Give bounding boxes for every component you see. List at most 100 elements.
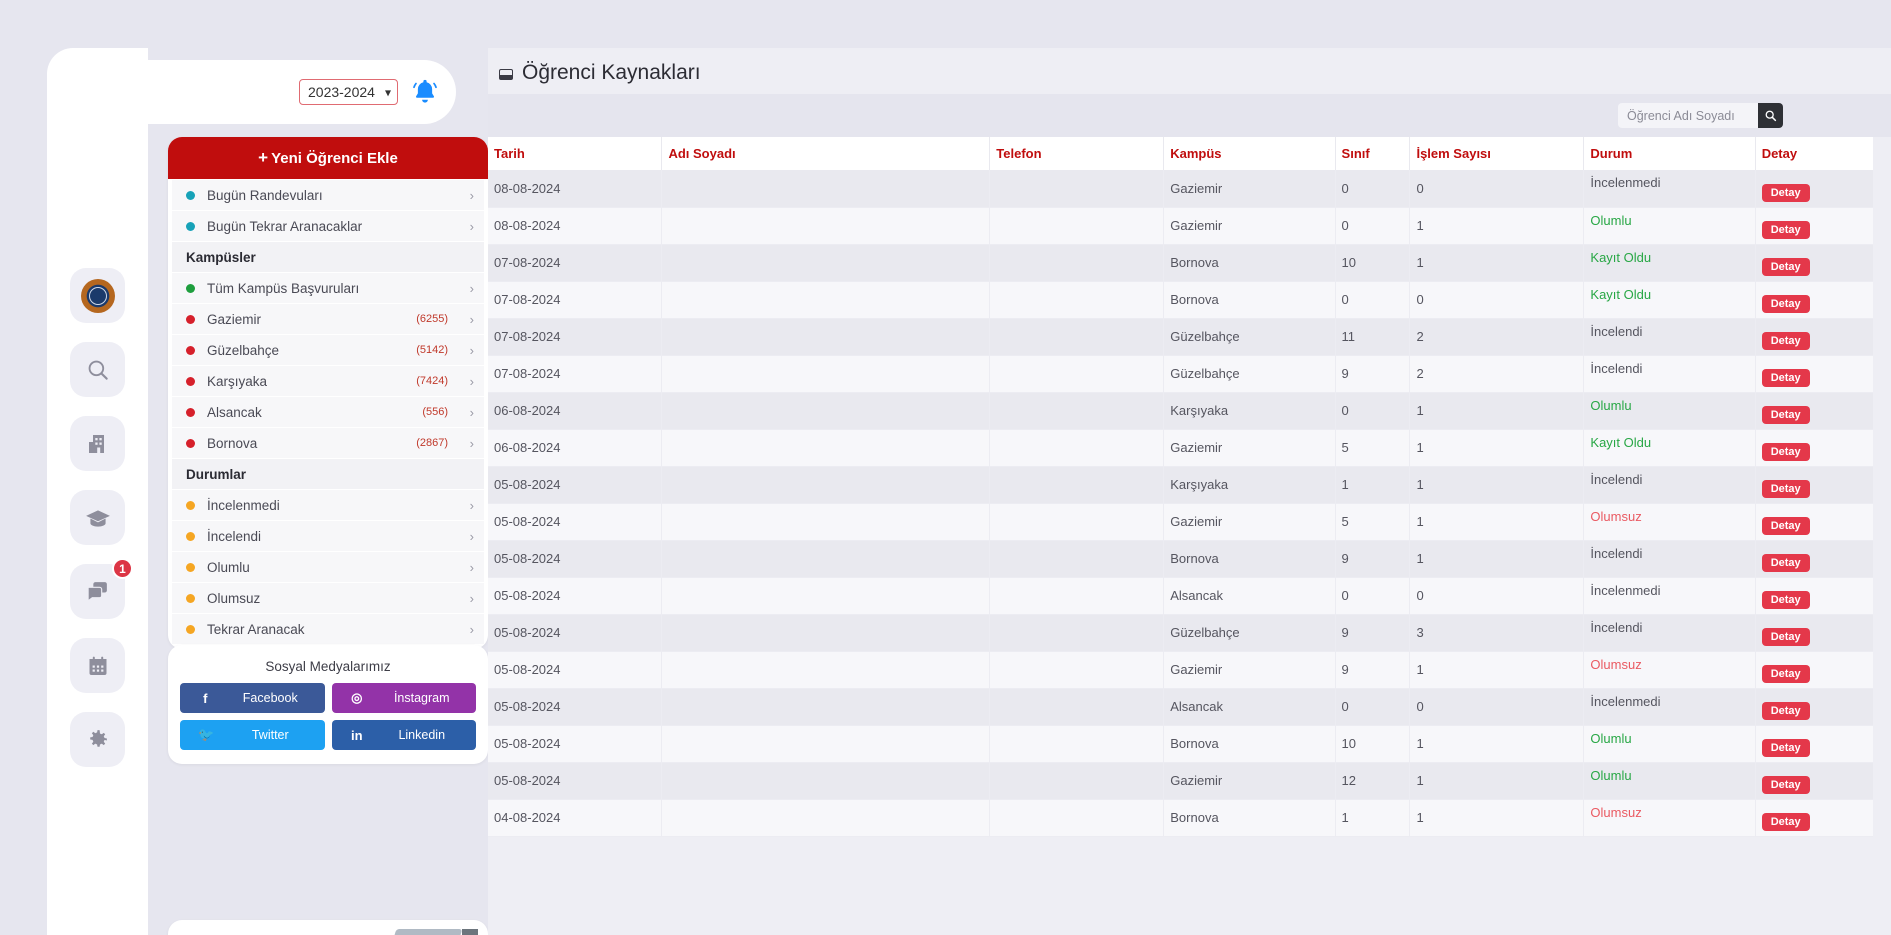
cell-telefon bbox=[989, 799, 1165, 837]
chevron-right-icon: › bbox=[469, 590, 474, 606]
cell-islem-sayisi: 1 bbox=[1409, 244, 1585, 282]
cell-telefon bbox=[989, 244, 1165, 282]
cell-telefon bbox=[989, 762, 1165, 800]
rail-item-students[interactable] bbox=[70, 490, 125, 545]
table-header-row: Tarih Adı Soyadı Telefon Kampüs Sınıf İşlem S… bbox=[488, 137, 1873, 170]
cell-islem-sayisi: 1 bbox=[1409, 540, 1585, 578]
chevron-right-icon: › bbox=[469, 373, 474, 389]
cell-adi-soyadi bbox=[661, 725, 991, 763]
status-dot-icon bbox=[186, 314, 195, 324]
social-button-label: İnstagram bbox=[393, 691, 450, 705]
search-toolbar bbox=[488, 94, 1891, 137]
detail-button[interactable]: Detay bbox=[1761, 590, 1810, 609]
detail-button[interactable]: Detay bbox=[1761, 701, 1810, 720]
academic-year-select[interactable]: 2023-2024 bbox=[299, 79, 398, 105]
rail-item-search[interactable] bbox=[70, 342, 125, 397]
detail-button[interactable]: Detay bbox=[1761, 294, 1810, 313]
sidebar-item-olumsuz[interactable]: Olumsuz › bbox=[172, 583, 484, 613]
status-badge: İncelenmedi bbox=[1583, 170, 1756, 208]
status-badge: İncelendi bbox=[1583, 540, 1756, 578]
cell-tarih: 05-08-2024 bbox=[488, 577, 663, 615]
chevron-right-icon: › bbox=[469, 187, 474, 203]
sidebar-item-t-m-kamp-s-ba-vurular[interactable]: Tüm Kampüs Başvuruları › bbox=[172, 273, 484, 303]
detail-button[interactable]: Detay bbox=[1761, 812, 1810, 831]
linkedin-button[interactable]: in Linkedin bbox=[331, 720, 476, 750]
detail-button[interactable]: Detay bbox=[1761, 664, 1810, 683]
sidebar-item-bug-n-tekrar-aranacaklar[interactable]: Bugün Tekrar Aranacaklar › bbox=[172, 211, 484, 241]
twitter-button[interactable]: 🐦 Twitter bbox=[180, 720, 325, 750]
detail-button[interactable]: Detay bbox=[1761, 627, 1810, 646]
detail-button[interactable]: Detay bbox=[1761, 738, 1810, 757]
sidebar-item-label: İncelenmedi bbox=[207, 497, 280, 513]
status-badge: Olumlu bbox=[1583, 207, 1756, 245]
table-row: 05-08-2024 Bornova 10 1 Olumlu Detay bbox=[488, 725, 1873, 763]
cell-adi-soyadi bbox=[661, 170, 991, 208]
cell-detay: Detay bbox=[1755, 429, 1873, 467]
detail-button[interactable]: Detay bbox=[1761, 220, 1810, 239]
rail-item-messages[interactable]: 1 bbox=[70, 558, 133, 619]
add-student-button[interactable]: + Yeni Öğrenci Ekle bbox=[168, 137, 488, 179]
cell-tarih: 06-08-2024 bbox=[488, 392, 663, 430]
notification-bell-icon[interactable] bbox=[410, 77, 440, 107]
cell-islem-sayisi: 0 bbox=[1409, 688, 1585, 726]
facebook-icon: f bbox=[203, 690, 208, 706]
detail-button[interactable]: Detay bbox=[1761, 516, 1810, 535]
cell-islem-sayisi: 1 bbox=[1409, 392, 1585, 430]
twitter-icon: 🐦 bbox=[198, 727, 215, 742]
detail-button[interactable]: Detay bbox=[1761, 331, 1810, 350]
chat-unread-badge: 1 bbox=[112, 558, 133, 579]
page-title-row: Öğrenci Kaynakları bbox=[488, 48, 1891, 94]
facebook-button[interactable]: f Facebook bbox=[180, 683, 325, 713]
status-badge: Kayıt Oldu bbox=[1583, 281, 1756, 319]
sidebar-item-tekrar-aranacak[interactable]: Tekrar Aranacak › bbox=[172, 614, 484, 644]
top-header-bar: 2023-2024 bbox=[62, 60, 456, 124]
rail-item-settings[interactable] bbox=[70, 712, 125, 767]
cell-telefon bbox=[989, 614, 1165, 652]
main-content: Öğrenci Kaynakları TarihAdı SoyadıTelefo… bbox=[488, 48, 1891, 935]
cell-kampus: Gaziemir bbox=[1163, 651, 1336, 689]
table-row: 07-08-2024 Bornova 0 0 Kayıt Oldu Detay bbox=[488, 281, 1873, 319]
detail-button[interactable]: Detay bbox=[1761, 405, 1810, 424]
chevron-right-icon: › bbox=[469, 218, 474, 234]
sidebar-item-bug-n-randevular[interactable]: Bugün Randevuları › bbox=[172, 180, 484, 210]
sidebar-item-olumlu[interactable]: Olumlu › bbox=[172, 552, 484, 582]
status-dot-icon bbox=[186, 283, 195, 293]
sidebar-item-i-ncelenmedi[interactable]: İncelenmedi › bbox=[172, 490, 484, 520]
detail-button[interactable]: Detay bbox=[1761, 775, 1810, 794]
sidebar-item-g-zelbah-e[interactable]: Güzelbahçe (5142) › bbox=[172, 335, 484, 365]
sidebar-item-kar-yaka[interactable]: Karşıyaka (7424) › bbox=[172, 366, 484, 396]
detail-button[interactable]: Detay bbox=[1761, 442, 1810, 461]
instagram-button[interactable]: ◎ İnstagram bbox=[331, 683, 476, 713]
cell-islem-sayisi: 1 bbox=[1409, 799, 1585, 837]
rail-item-calendar[interactable] bbox=[70, 638, 125, 693]
search-input[interactable] bbox=[1618, 103, 1758, 128]
detail-button[interactable]: Detay bbox=[1761, 257, 1810, 276]
sidebar-item-bornova[interactable]: Bornova (2867) › bbox=[172, 428, 484, 458]
sidebar-item-count: (7424) bbox=[416, 375, 448, 387]
cell-sinif: 9 bbox=[1335, 651, 1411, 689]
detail-button[interactable]: Detay bbox=[1761, 368, 1810, 387]
status-dot-icon bbox=[186, 562, 195, 572]
detail-button[interactable]: Detay bbox=[1761, 183, 1810, 202]
add-student-label: Yeni Öğrenci Ekle bbox=[271, 150, 398, 167]
detail-button[interactable]: Detay bbox=[1761, 479, 1810, 498]
cell-kampus: Karşıyaka bbox=[1163, 392, 1336, 430]
graduation-cap-icon bbox=[85, 509, 110, 527]
sidebar-item-gaziemir[interactable]: Gaziemir (6255) › bbox=[172, 304, 484, 334]
cell-tarih: 07-08-2024 bbox=[488, 281, 663, 319]
rail-item-logo[interactable] bbox=[70, 268, 125, 323]
table-row: 07-08-2024 Bornova 10 1 Kayıt Oldu Detay bbox=[488, 244, 1873, 282]
cell-detay: Detay bbox=[1755, 244, 1873, 282]
search-button[interactable] bbox=[1758, 103, 1783, 128]
detail-button[interactable]: Detay bbox=[1761, 553, 1810, 572]
chevron-right-icon: › bbox=[469, 621, 474, 637]
column-header-s-n-f: Sınıf bbox=[1335, 137, 1411, 170]
status-badge: Olumlu bbox=[1583, 392, 1756, 430]
cell-detay: Detay bbox=[1755, 614, 1873, 652]
cell-adi-soyadi bbox=[661, 429, 991, 467]
school-logo-icon bbox=[80, 278, 115, 313]
rail-item-campus[interactable] bbox=[70, 416, 125, 471]
sidebar-item-i-ncelendi[interactable]: İncelendi › bbox=[172, 521, 484, 551]
sidebar-item-alsancak[interactable]: Alsancak (556) › bbox=[172, 397, 484, 427]
cell-sinif: 1 bbox=[1335, 466, 1411, 504]
